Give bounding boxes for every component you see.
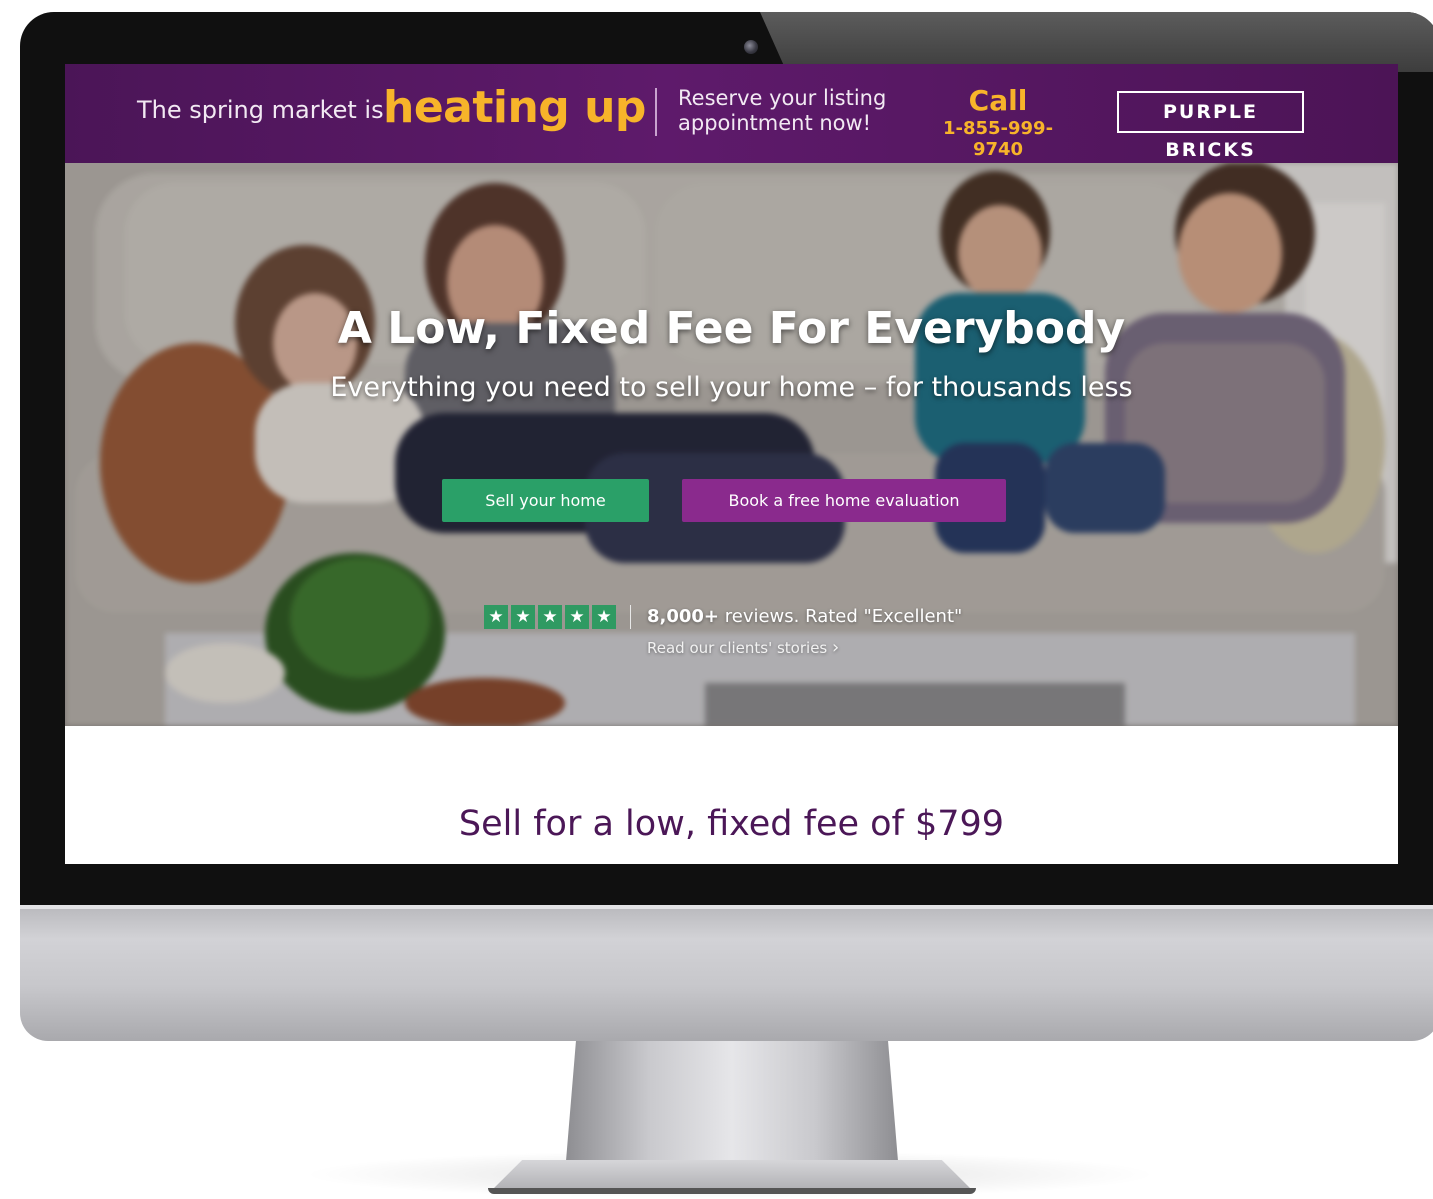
promo-highlight-text: heating up bbox=[383, 82, 646, 133]
star-icon: ★ bbox=[538, 605, 562, 629]
sell-your-home-button[interactable]: Sell your home bbox=[442, 479, 649, 522]
promo-reserve-line-1: Reserve your listing bbox=[678, 86, 887, 110]
review-divider bbox=[630, 605, 631, 629]
star-icon: ★ bbox=[511, 605, 535, 629]
promo-reserve-text: Reserve your listing appointment now! bbox=[678, 86, 886, 136]
review-count: 8,000+ bbox=[647, 606, 720, 627]
fee-heading: Sell for a low, fixed fee of $799 bbox=[458, 804, 1005, 844]
bezel-glare bbox=[760, 12, 1433, 72]
client-stories-label: Read our clients' stories bbox=[647, 639, 828, 657]
chevron-right-icon: › bbox=[832, 637, 840, 658]
review-summary: 8,000+ reviews. Rated "Excellent" bbox=[647, 606, 962, 627]
call-label: Call bbox=[968, 84, 1028, 117]
star-icon: ★ bbox=[592, 605, 616, 629]
purple-bricks-logo[interactable]: PURPLE BRICKS bbox=[1117, 91, 1304, 161]
call-block[interactable]: Call 1-855-999-9740 bbox=[923, 84, 1073, 160]
hero-section: A Low, Fixed Fee For Everybody Everythin… bbox=[65, 163, 1398, 726]
review-rating-text: reviews. Rated "Excellent" bbox=[719, 606, 963, 627]
webcam-icon bbox=[744, 40, 758, 54]
promo-lead-text: The spring market is bbox=[137, 96, 384, 124]
phone-number-link[interactable]: 1-855-999-9740 bbox=[923, 118, 1073, 160]
star-icon: ★ bbox=[484, 605, 508, 629]
client-stories-link[interactable]: Read our clients' stories › bbox=[647, 637, 839, 658]
promo-banner[interactable]: The spring market is heating up Reserve … bbox=[65, 64, 1398, 163]
monitor-chin-edge bbox=[20, 905, 1433, 909]
monitor-stand-foot-edge bbox=[488, 1188, 976, 1194]
book-evaluation-button[interactable]: Book a free home evaluation bbox=[682, 479, 1006, 522]
promo-reserve-line-2: appointment now! bbox=[678, 111, 872, 135]
star-icon: ★ bbox=[565, 605, 589, 629]
hero-title: A Low, Fixed Fee For Everybody bbox=[337, 303, 1126, 354]
hero-subtitle: Everything you need to sell your home – … bbox=[330, 372, 1133, 403]
promo-divider bbox=[655, 88, 657, 136]
monitor-stand-neck bbox=[566, 1041, 898, 1161]
monitor-chin bbox=[20, 905, 1433, 1041]
website-screen: The spring market is heating up Reserve … bbox=[65, 64, 1398, 864]
trustpilot-stars: ★ ★ ★ ★ ★ bbox=[484, 605, 616, 629]
